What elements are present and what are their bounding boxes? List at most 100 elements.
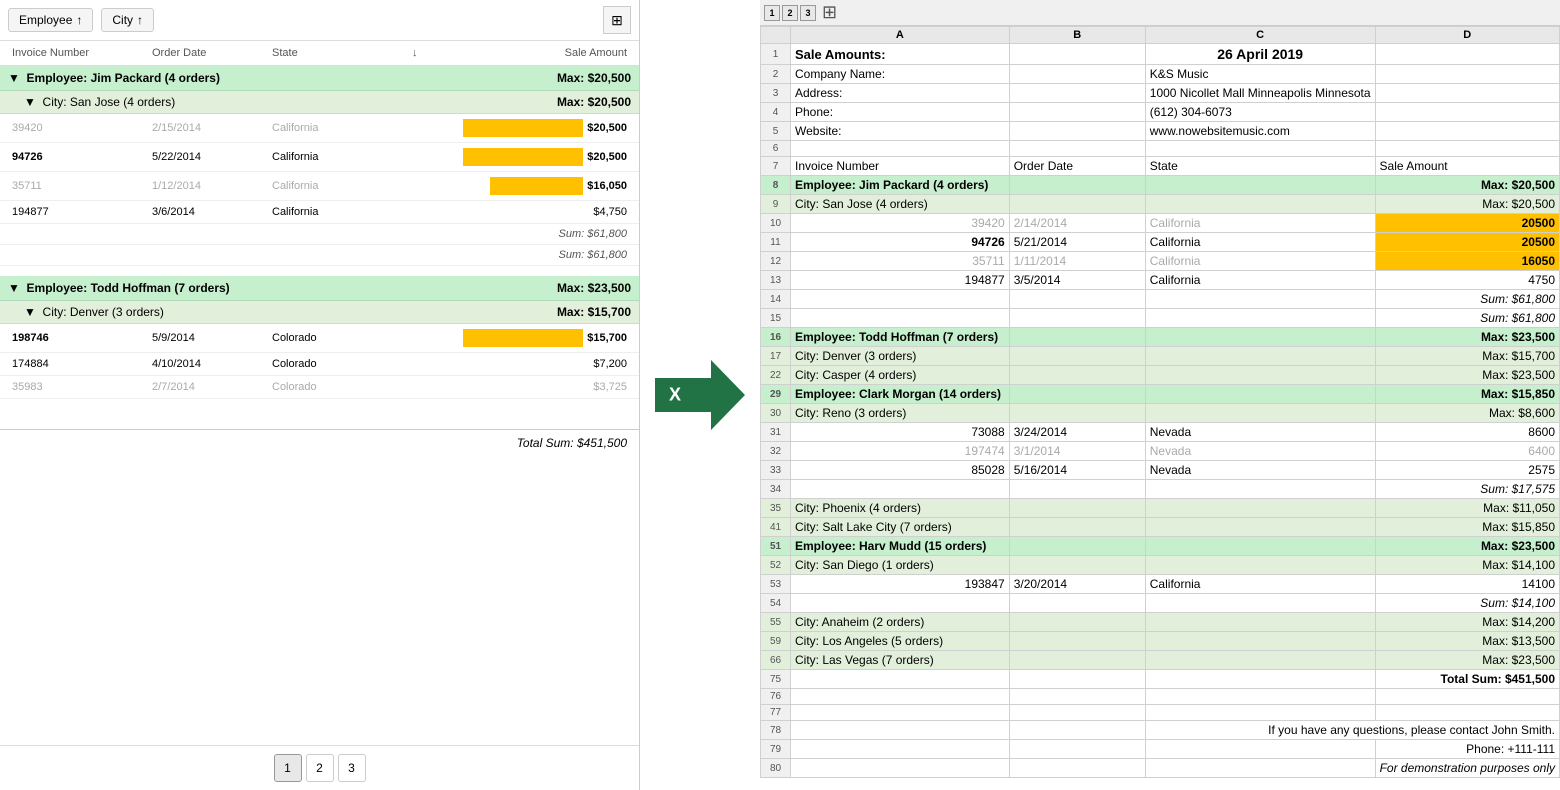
cell-b31: 3/24/2014 <box>1009 423 1145 442</box>
cell-c79 <box>1145 740 1375 759</box>
cell-b7: Order Date <box>1009 157 1145 176</box>
total-sum-row: Total Sum: $451,500 <box>0 429 639 456</box>
row-num: 34 <box>761 480 791 499</box>
page-3-button[interactable]: 3 <box>338 754 366 782</box>
sheet-top-bar: 1 2 3 ⊞ <box>760 0 1560 26</box>
indicator-cell <box>408 362 438 366</box>
date-cell: 2/15/2014 <box>148 120 268 136</box>
cell-d11: 20500 <box>1375 233 1559 252</box>
row-num: 30 <box>761 404 791 423</box>
cell-b54 <box>1009 594 1145 613</box>
city-label: ▼ City: San Jose (4 orders) <box>24 95 557 109</box>
corner-cell <box>761 27 791 44</box>
cell-c11: California <box>1145 233 1375 252</box>
page-1-button[interactable]: 1 <box>274 754 302 782</box>
table-row: 194877 3/6/2014 California $4,750 <box>0 201 639 224</box>
cell-d75: Total Sum: $451,500 <box>1375 670 1559 689</box>
cell-b35 <box>1009 499 1145 518</box>
cell-b76 <box>1009 689 1145 705</box>
cell-b3 <box>1009 84 1145 103</box>
export-button[interactable]: ⊞ <box>603 6 631 34</box>
date-cell: 5/22/2014 <box>148 149 268 165</box>
cell-b22 <box>1009 366 1145 385</box>
cell-a59: City: Los Angeles (5 orders) <box>791 632 1010 651</box>
cell-c55 <box>1145 613 1375 632</box>
cell-d9: Max: $20,500 <box>1375 195 1559 214</box>
city-denver: ▼ City: Denver (3 orders) Max: $15,700 <box>0 301 639 324</box>
cell-c53: California <box>1145 575 1375 594</box>
sort-employee-button[interactable]: Employee ↑ <box>8 8 93 32</box>
cell-a4: Phone: <box>791 103 1010 122</box>
cell-a77 <box>791 705 1010 721</box>
row-num: 13 <box>761 271 791 290</box>
cell-a13: 194877 <box>791 271 1010 290</box>
cell-c77 <box>1145 705 1375 721</box>
cell-b14 <box>1009 290 1145 309</box>
table-row: 59 City: Los Angeles (5 orders) Max: $13… <box>761 632 1560 651</box>
table-row: 35 City: Phoenix (4 orders) Max: $11,050 <box>761 499 1560 518</box>
cell-c12: California <box>1145 252 1375 271</box>
cell-b1 <box>1009 44 1145 65</box>
total-sum-label: Total Sum: $451,500 <box>517 436 627 450</box>
table-row: 76 <box>761 689 1560 705</box>
row-num: 76 <box>761 689 791 705</box>
cell-b13: 3/5/2014 <box>1009 271 1145 290</box>
state-cell: California <box>268 178 408 194</box>
cell-a52: City: San Diego (1 orders) <box>791 556 1010 575</box>
indicator-cell <box>408 210 438 214</box>
cell-b52 <box>1009 556 1145 575</box>
row-num: 80 <box>761 759 791 778</box>
cell-c52 <box>1145 556 1375 575</box>
table-row: 54 Sum: $14,100 <box>761 594 1560 613</box>
cell-a16: Employee: Todd Hoffman (7 orders) <box>791 328 1010 347</box>
indicator-cell <box>408 126 438 130</box>
table-row: 13 194877 3/5/2014 California 4750 <box>761 271 1560 290</box>
expand-icon[interactable]: ⊞ <box>822 2 837 23</box>
state-cell: Colorado <box>268 356 408 372</box>
table-row: 80 For demonstration purposes only <box>761 759 1560 778</box>
table-row: 12 35711 1/11/2014 California 16050 <box>761 252 1560 271</box>
cell-a33: 85028 <box>791 461 1010 480</box>
invoice-cell: 194877 <box>8 204 148 220</box>
col-header-b: B <box>1009 27 1145 44</box>
invoice-cell: 35983 <box>8 379 148 395</box>
date-cell: 2/7/2014 <box>148 379 268 395</box>
page-2-button[interactable]: 2 <box>306 754 334 782</box>
indicator-cell <box>408 385 438 389</box>
cell-b6 <box>1009 141 1145 157</box>
cell-a53: 193847 <box>791 575 1010 594</box>
export-arrow: X <box>640 0 760 790</box>
sort-city-button[interactable]: City ↑ <box>101 8 154 32</box>
cell-a12: 35711 <box>791 252 1010 271</box>
cell-d6 <box>1375 141 1559 157</box>
indicator-cell <box>408 155 438 159</box>
col-header-d: D <box>1375 27 1559 44</box>
row-num: 66 <box>761 651 791 670</box>
cell-d12: 16050 <box>1375 252 1559 271</box>
emp-group-todd-hoffman: ▼ Employee: Todd Hoffman (7 orders) Max:… <box>0 276 639 301</box>
city-sum-label: Sum: $61,800 <box>559 228 628 240</box>
row-num: 53 <box>761 575 791 594</box>
cell-d59: Max: $13,500 <box>1375 632 1559 651</box>
row-num: 51 <box>761 537 791 556</box>
spreadsheet-container[interactable]: A B C D 1 Sale Amounts: 26 April 2019 2 <box>760 26 1560 790</box>
cell-d4 <box>1375 103 1559 122</box>
row-num: 32 <box>761 442 791 461</box>
table-row: 11 94726 5/21/2014 California 20500 <box>761 233 1560 252</box>
emp-max: Max: $23,500 <box>557 281 631 295</box>
cell-d13: 4750 <box>1375 271 1559 290</box>
invoice-cell: 198746 <box>8 330 148 346</box>
row-num: 16 <box>761 328 791 347</box>
row-indicator-2: 2 <box>782 5 798 21</box>
invoice-cell: 94726 <box>8 149 148 165</box>
cell-d35: Max: $11,050 <box>1375 499 1559 518</box>
table-row: 34 Sum: $17,575 <box>761 480 1560 499</box>
cell-a1: Sale Amounts: <box>791 44 1010 65</box>
cell-d22: Max: $23,500 <box>1375 366 1559 385</box>
indicator-cell <box>408 184 438 188</box>
spreadsheet-table: A B C D 1 Sale Amounts: 26 April 2019 2 <box>760 26 1560 778</box>
cell-d33: 2575 <box>1375 461 1559 480</box>
cell-a51: Employee: Harv Mudd (15 orders) <box>791 537 1010 556</box>
cell-d66: Max: $23,500 <box>1375 651 1559 670</box>
amount-cell: $7,200 <box>438 356 631 372</box>
